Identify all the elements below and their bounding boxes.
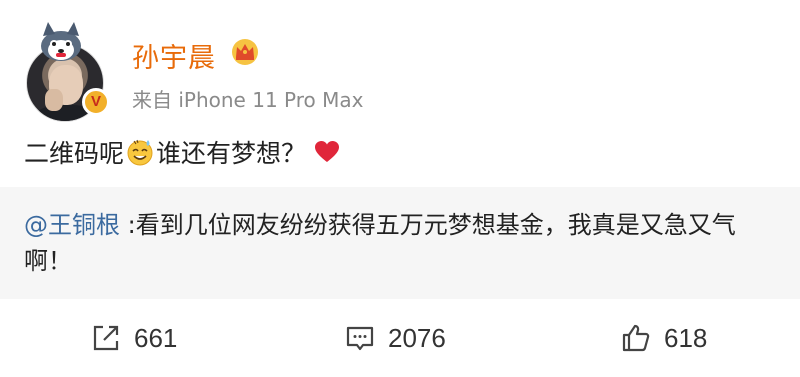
like-count: 618 (664, 322, 708, 353)
post-text-part2: 谁还有梦想？ (156, 139, 307, 168)
post-text: 二维码呢 谁还有梦想？ (24, 134, 340, 170)
like-button[interactable]: 618 (620, 320, 707, 356)
post-text-part1: 二维码呢 (24, 139, 125, 168)
author-name[interactable]: 孙宇晨 (132, 36, 216, 75)
repost-icon (93, 325, 119, 351)
repost-block[interactable]: @王铜根 :看到几位网友纷纷获得五万元梦想基金，我真是又急又气啊！ (0, 187, 800, 299)
comment-button[interactable]: 2076 (344, 320, 446, 356)
sweat-smile-emoji-icon (127, 139, 153, 166)
post-header: V 孙宇晨 来自 iPhone 11 Pro Max (24, 22, 764, 122)
action-bar: 661 2076 618 (0, 300, 800, 377)
weibo-post: V 孙宇晨 来自 iPhone 11 Pro Max 二维码呢 谁还有梦想？ @… (0, 0, 800, 377)
post-source: 来自 iPhone 11 Pro Max (132, 88, 364, 112)
red-heart-icon (315, 141, 340, 162)
thumbs-up-icon (622, 324, 650, 352)
repost-body: :看到几位网友纷纷获得五万元梦想基金，我真是又急又气啊！ (24, 211, 736, 275)
repost-text: @王铜根 :看到几位网友纷纷获得五万元梦想基金，我真是又急又气啊！ (24, 207, 776, 279)
husky-pendant-icon (41, 22, 81, 61)
crown-icon[interactable] (230, 38, 260, 66)
avatar[interactable]: V (24, 22, 114, 122)
repost-count: 661 (134, 322, 178, 353)
comment-icon (346, 326, 374, 351)
repost-button[interactable]: 661 (90, 320, 177, 356)
verified-badge: V (82, 88, 110, 116)
mention-link[interactable]: @王铜根 (24, 211, 120, 239)
comment-count: 2076 (388, 322, 446, 353)
